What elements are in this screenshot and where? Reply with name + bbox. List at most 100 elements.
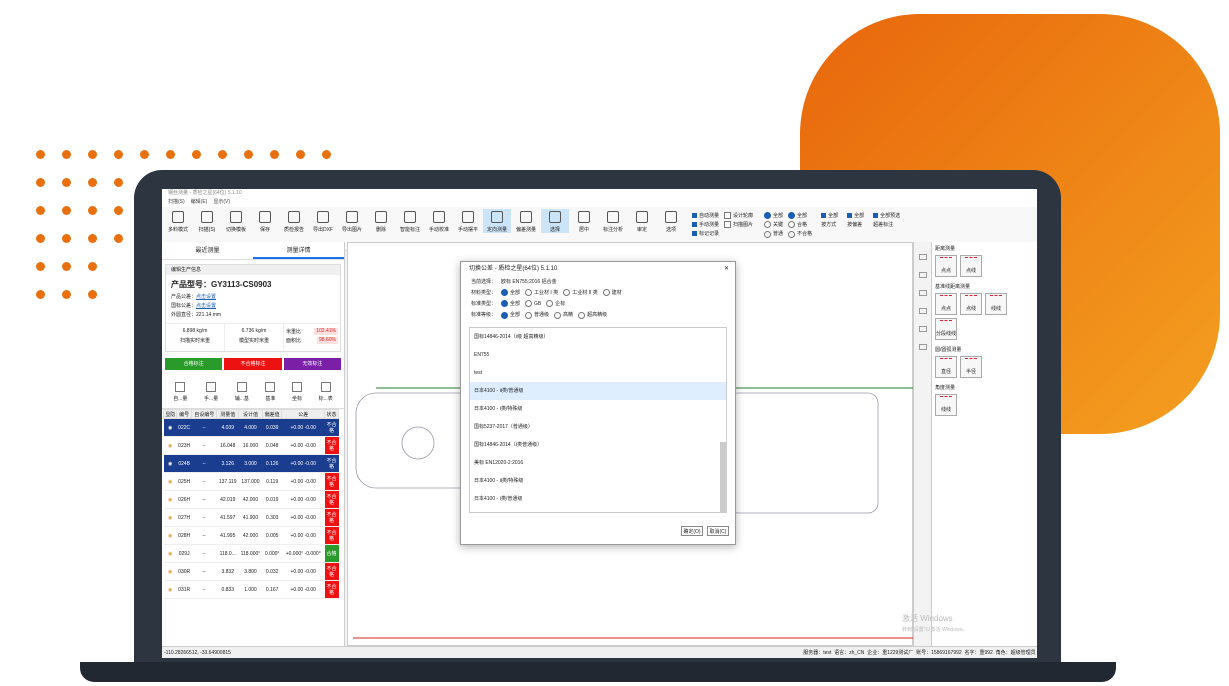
radio-all[interactable]: 全部 <box>764 212 783 219</box>
toolbar-button-3[interactable]: 保存 <box>251 209 279 233</box>
list-item[interactable]: 日本4100 - Ⅰ类/特殊级 <box>470 400 726 418</box>
menu-edit[interactable]: 编辑(E) <box>191 198 208 207</box>
invalid-mark-button[interactable]: 无效标注 <box>283 358 341 370</box>
list-item[interactable]: 国标14846-2014（Ⅰ类普通级） <box>470 436 726 454</box>
list-item[interactable]: 日本4100 - Ⅰ类/普通级 <box>470 490 726 508</box>
base-point-line-button[interactable]: 点线 <box>960 293 982 315</box>
material-industrial-1[interactable]: 工业材 I 类 <box>525 289 558 296</box>
segment-line-button[interactable]: 分段线线 <box>935 318 957 340</box>
column-header[interactable]: 测量值 <box>216 409 239 419</box>
qualified-mark-button[interactable]: 合格标注 <box>165 358 223 370</box>
standard-gb[interactable]: GB <box>525 300 541 307</box>
toolbar-button-1[interactable]: 扫描(S) <box>193 209 221 233</box>
list-item[interactable]: 日本4100 - Ⅱ类/特殊级 <box>470 472 726 490</box>
table-row[interactable]: ◉ 022C -- 4.039 4.000 0.039 +0.00 -0.00 不合格 <box>163 418 339 437</box>
list-scrollbar[interactable] <box>720 441 726 512</box>
toolbar-button-9[interactable]: 手动校准 <box>425 209 453 233</box>
material-industrial-2[interactable]: 工业材 II 类 <box>563 289 598 296</box>
radio-normal[interactable]: 普通 <box>764 230 783 237</box>
toolbar-button-13[interactable]: 选择 <box>541 209 569 233</box>
toolbar-button-4[interactable]: 质检报告 <box>280 209 308 233</box>
point-point-button[interactable]: 点点 <box>935 255 957 277</box>
toolbar-button-15[interactable]: 标注分析 <box>599 209 627 233</box>
eye-icon[interactable]: ◉ <box>163 490 177 509</box>
grid-icon[interactable] <box>918 326 927 332</box>
select-by-deviation[interactable]: 全部 按偏差 <box>847 209 864 228</box>
column-header[interactable]: 状态 <box>324 409 339 419</box>
list-item[interactable]: 国标14846-2014（Ⅰ级 超高精级） <box>470 328 726 346</box>
grade-high[interactable]: 高精 <box>554 311 573 318</box>
manual-measure-check[interactable]: 手动测量 <box>692 221 719 228</box>
design-contour-check[interactable]: 设计轮廓 <box>724 212 753 219</box>
table-row[interactable]: ◉ 031R -- 0.833 1.000 0.167 +0.00 -0.00 不合格 <box>163 580 339 599</box>
select-all-check-2[interactable]: 全部 <box>847 212 864 219</box>
grade-all[interactable]: 全部 <box>501 311 520 318</box>
material-building[interactable]: 建材 <box>603 289 622 296</box>
radius-button[interactable]: 半径 <box>960 356 982 378</box>
menu-scan[interactable]: 扫描(S) <box>168 198 185 207</box>
deviation-dropdown[interactable]: 按偏差 <box>847 221 864 228</box>
toolbar-button-11[interactable]: 定向测量 <box>483 209 511 233</box>
radio-key[interactable]: 关键 <box>764 221 783 228</box>
table-row[interactable]: ◉ 026H -- 42.019 42.000 0.019 +0.00 -0.00 不合格 <box>163 490 339 509</box>
unqualified-mark-button[interactable]: 不合格标注 <box>224 358 282 370</box>
column-header[interactable]: 自设编号 <box>190 409 218 419</box>
radio-all-2[interactable]: 全部 <box>788 212 812 219</box>
table-row[interactable]: ◉ 030R -- 3.832 3.800 0.032 +0.00 -0.00 不合格 <box>163 562 339 581</box>
base-point-point-button[interactable]: 点点 <box>935 293 957 315</box>
list-icon[interactable] <box>918 290 927 296</box>
eye-icon[interactable]: ◉ <box>163 472 177 491</box>
list-item[interactable]: EN755 <box>470 346 726 364</box>
point-line-button[interactable]: 点线 <box>960 255 982 277</box>
column-header[interactable]: 显隐 <box>162 409 178 419</box>
preselect-all-check[interactable]: 全部预选 <box>873 212 900 219</box>
base-line-line-button[interactable]: 线线 <box>985 293 1007 315</box>
eye-icon[interactable]: ◉ <box>163 562 177 581</box>
eye-icon[interactable]: ◉ <box>163 454 177 473</box>
eye-icon[interactable]: ◉ <box>163 580 177 599</box>
toolbar-button-7[interactable]: 删除 <box>367 209 395 233</box>
select-by-method[interactable]: 全部 按方式 <box>821 209 838 228</box>
move-icon[interactable] <box>918 272 927 278</box>
tool-manual[interactable]: 手...量 <box>204 382 218 402</box>
toolbar-button-5[interactable]: 导出DXF <box>309 209 337 233</box>
toolbar-button-14[interactable]: 居中 <box>570 209 598 233</box>
eye-icon[interactable]: ◉ <box>163 526 177 545</box>
column-header[interactable]: 公差 <box>281 409 325 419</box>
grade-ultra[interactable]: 超高精级 <box>578 311 607 318</box>
method-dropdown[interactable]: 按方式 <box>821 221 838 228</box>
diameter-button[interactable]: 直径 <box>935 356 957 378</box>
toolbar-button-10[interactable]: 手动摆平 <box>454 209 482 233</box>
tool-auto[interactable]: 自...量 <box>173 382 187 402</box>
toolbar-button-17[interactable]: 选项 <box>657 209 685 233</box>
table-row[interactable]: ◉ 028H -- 41.995 42.000 0.005 +0.00 -0.00 不合格 <box>163 526 339 545</box>
list-item[interactable]: 日本4100 - Ⅱ类/普通级 <box>470 381 726 400</box>
table-row[interactable]: ◉ 029J -- 118.0... 118.000° 0.000° +0.000° -0.… <box>163 544 339 563</box>
toolbar-button-2[interactable]: 切换模板 <box>222 209 250 233</box>
toolbar-button-6[interactable]: 导出图片 <box>338 209 366 233</box>
overrun-dropdown[interactable]: 超差标注 <box>873 221 900 228</box>
table-row[interactable]: ◉ 027H -- 41.597 41.900 0.303 +0.00 -0.00 不合格 <box>163 508 339 527</box>
column-header[interactable]: 设计值 <box>237 409 263 419</box>
radio-pass[interactable]: 合格 <box>788 221 812 228</box>
tool-aux[interactable]: 辅...基 <box>235 382 249 402</box>
material-all[interactable]: 全部 <box>501 289 520 296</box>
close-icon[interactable]: ✕ <box>724 262 729 276</box>
tool-coord[interactable]: 坐标 <box>291 382 302 402</box>
column-header[interactable]: 偏差值 <box>261 409 283 419</box>
product-tol-link[interactable]: 点击设置 <box>196 294 216 300</box>
pin-icon[interactable] <box>918 254 927 260</box>
list-item[interactable]: test <box>470 364 726 382</box>
list-item[interactable]: 美标 EN12020-2:2016 <box>470 454 726 472</box>
standard-enterprise[interactable]: 企标 <box>546 300 565 307</box>
camera-icon[interactable] <box>918 308 927 314</box>
menu-view[interactable]: 显示(V) <box>213 198 230 207</box>
grade-normal[interactable]: 普通级 <box>525 311 549 318</box>
table-row[interactable]: ◉ 023H -- 16.048 16.000 0.048 +0.00 -0.00 不合格 <box>163 436 339 455</box>
eye-icon[interactable]: ◉ <box>163 544 177 563</box>
tag-icon[interactable] <box>918 344 927 350</box>
table-row[interactable]: ◉ 024B -- 3.126 3.000 0.126 +0.00 -0.00 不合格 <box>163 454 339 473</box>
toolbar-button-16[interactable]: 审定 <box>628 209 656 233</box>
select-overrun[interactable]: 全部预选 超差标注 <box>873 209 900 228</box>
angle-line-line-button[interactable]: 线线 <box>935 394 957 416</box>
